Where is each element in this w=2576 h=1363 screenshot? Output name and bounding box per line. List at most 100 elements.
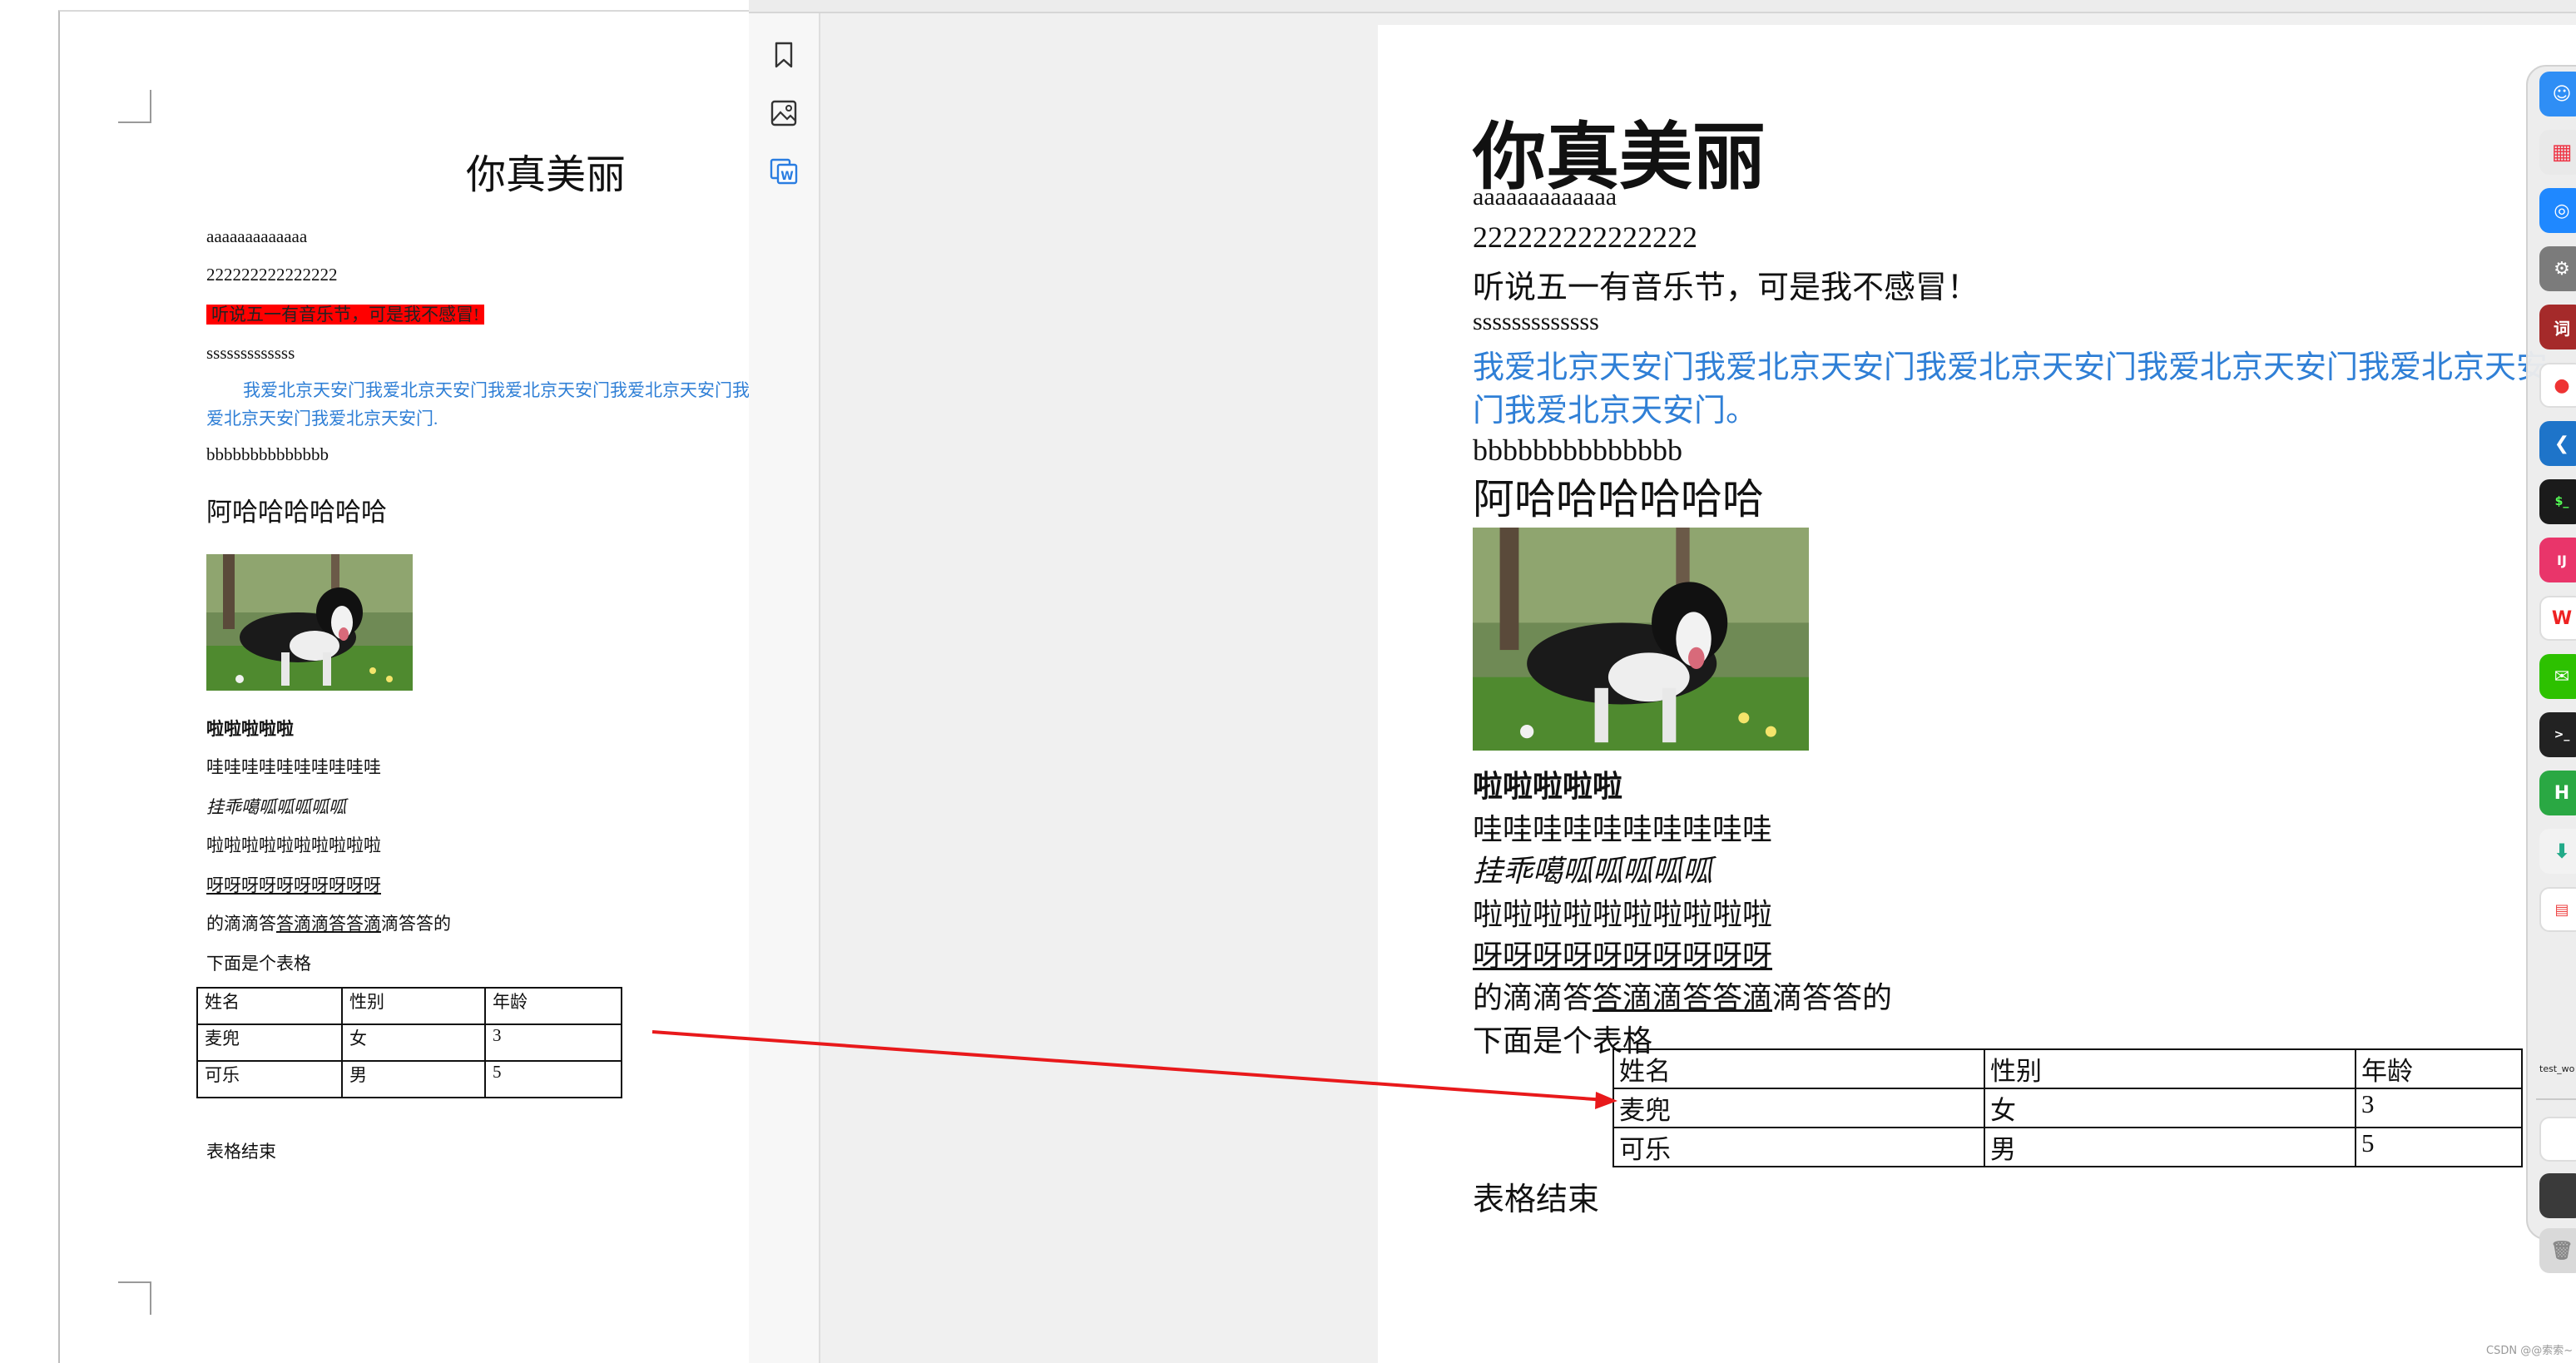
italic-line: 挂乖噶呱呱呱呱呱 xyxy=(206,797,346,817)
word-convert-icon: W xyxy=(770,158,798,185)
iterm-icon[interactable]: >_ xyxy=(2539,712,2576,757)
crop-mark-top-left xyxy=(118,90,151,123)
table-cell: 女 xyxy=(1984,1088,2356,1128)
table-intro: 下面是个表格 xyxy=(206,954,311,974)
terminal-icon[interactable]: $_ xyxy=(2539,479,2576,524)
viewer-bold-line: 啦啦啦啦啦 xyxy=(1473,770,1623,803)
table-cell: 3 xyxy=(2355,1088,2523,1128)
line-s: sssssssssssss xyxy=(206,343,295,363)
viewer-underline-ya: 呀呀呀呀呀呀呀呀呀呀 xyxy=(1473,939,1773,973)
launchpad-icon[interactable]: ▦ xyxy=(2539,130,2576,175)
table-row: 可乐 男 5 xyxy=(1612,1127,2523,1167)
viewer-line-wa: 哇哇哇哇哇哇哇哇哇哇 xyxy=(1473,813,1773,846)
viewer-line-drip: 的滴滴答答滴滴答答滴滴答答的 xyxy=(1473,974,1892,1017)
dog-photo xyxy=(206,554,413,691)
trash-icon[interactable]: 🗑 xyxy=(2539,1228,2576,1273)
viewer-side-toolbar: W xyxy=(749,13,820,1363)
table-header-cell: 年龄 xyxy=(484,987,622,1025)
red-highlight-text: 听说五一有音乐节，可是我不感冒! xyxy=(206,305,484,325)
drip-part-2: 答滴滴答答滴 xyxy=(276,914,381,934)
line-drip: 的滴滴答答滴滴答答滴滴答答的 xyxy=(206,910,451,935)
watermark: CSDN @@索索~ xyxy=(2486,1345,2574,1357)
viewer-drip-part-2: 答滴滴答答滴 xyxy=(1593,981,1773,1014)
finder-icon[interactable]: ☺ xyxy=(2539,72,2576,116)
table-cell: 男 xyxy=(1984,1127,2356,1167)
line-222: 222222222222222 xyxy=(206,265,338,285)
dock-label: test_wo xyxy=(2539,1063,2575,1074)
safari-icon[interactable]: ◎ xyxy=(2539,188,2576,233)
heading-aha: 阿哈哈哈哈哈哈 xyxy=(206,498,387,527)
table-cell: 5 xyxy=(484,1060,622,1098)
line-la: 啦啦啦啦啦啦啦啦啦啦 xyxy=(206,835,381,855)
table-row: 麦兜 女 3 xyxy=(1612,1088,2523,1128)
line-a: aaaaaaaaaaaaa xyxy=(206,226,308,246)
table-header-cell: 姓名 xyxy=(1612,1048,1985,1089)
viewer-blue-paragraph: 我爱北京天安门我爱北京天安门我爱北京天安门我爱北京天安门我爱北京天安门我爱北京天… xyxy=(1473,350,2549,429)
line-red-highlight: 听说五一有音乐节，可是我不感冒! xyxy=(206,301,484,326)
minimized-window-icon[interactable] xyxy=(2539,1117,2576,1162)
doc-title: 你真美丽 xyxy=(466,151,627,198)
viewer-dog-image xyxy=(1473,528,1809,751)
download-icon[interactable]: ⬇ xyxy=(2539,829,2576,874)
table-cell: 麦兜 xyxy=(196,1023,343,1062)
table-cell: 5 xyxy=(2355,1127,2523,1167)
viewer-drip-part-3: 滴答答的 xyxy=(1772,981,1893,1014)
drip-part-1: 的滴滴答 xyxy=(206,914,276,934)
drip-part-3: 滴答答的 xyxy=(381,914,451,934)
table-cell: 男 xyxy=(341,1060,486,1098)
intellij-icon[interactable]: IJ xyxy=(2539,538,2576,582)
word-document-pane: 你真美丽 aaaaaaaaaaaaa 222222222222222 听说五一有… xyxy=(0,0,749,1363)
dog-image xyxy=(206,554,413,691)
table-row: 麦兜 女 3 xyxy=(196,1023,622,1062)
viewer-line-s: sssssssssssss xyxy=(1473,308,1599,335)
blue-paragraph: 我爱北京天安门我爱北京天安门我爱北京天安门我爱北京天安门我爱北京天安门我爱北京天… xyxy=(206,380,749,429)
table-header-cell: 性别 xyxy=(1984,1048,2356,1089)
viewer-top-strip xyxy=(749,0,2576,13)
table-row: 姓名 性别 年龄 xyxy=(1612,1048,2523,1089)
bookmark-button[interactable] xyxy=(767,38,800,72)
vscode-icon[interactable]: ❮ xyxy=(2539,421,2576,466)
image-icon xyxy=(770,100,797,126)
viewer-table-end: 表格结束 xyxy=(1473,1182,1600,1217)
document-icon[interactable]: ▤ xyxy=(2539,887,2576,932)
table-cell: 麦兜 xyxy=(1612,1088,1985,1128)
viewer-line-222: 222222222222222 xyxy=(1473,221,1697,254)
line-wa: 哇哇哇哇哇哇哇哇哇哇 xyxy=(206,757,381,777)
viewer-line-red: 听说五一有音乐节，可是我不感冒！ xyxy=(1473,270,1979,305)
dictionary-icon[interactable]: 词 xyxy=(2539,305,2576,349)
hbuilder-icon[interactable]: H xyxy=(2539,771,2576,815)
table-cell: 女 xyxy=(341,1023,486,1062)
viewer-dog-photo xyxy=(1473,528,1809,751)
viewer-line-la: 啦啦啦啦啦啦啦啦啦啦 xyxy=(1473,898,1773,931)
table-row: 可乐 男 5 xyxy=(196,1060,622,1098)
underline-ya: 呀呀呀呀呀呀呀呀呀呀 xyxy=(206,875,381,895)
table-end: 表格结束 xyxy=(206,1142,276,1162)
viewer-italic-line: 挂乖噶呱呱呱呱呱 xyxy=(1473,855,1713,888)
svg-text:W: W xyxy=(780,170,793,183)
viewer-table: 姓名 性别 年龄 麦兜 女 3 可乐 男 5 xyxy=(1612,1048,2523,1167)
viewer-heading-aha: 阿哈哈哈哈哈哈 xyxy=(1473,476,1764,523)
table-header-cell: 年龄 xyxy=(2355,1048,2523,1089)
line-b: bbbbbbbbbbbbbb xyxy=(206,444,329,464)
settings-icon[interactable]: ⚙ xyxy=(2539,246,2576,291)
table-cell: 3 xyxy=(484,1023,622,1062)
viewer-line-b: bbbbbbbbbbbbbb xyxy=(1473,434,1682,467)
table-header-cell: 姓名 xyxy=(196,987,343,1025)
wps-icon[interactable]: W xyxy=(2539,596,2576,641)
bookmark-icon xyxy=(775,42,793,68)
bold-line: 啦啦啦啦啦 xyxy=(206,719,294,739)
table-cell: 可乐 xyxy=(1612,1127,1985,1167)
viewer-line-a: aaaaaaaaaaaaa xyxy=(1473,183,1617,211)
macos-dock: ☺ ▦ ◎ ⚙ 词 ● ❮ $_ IJ W ✉ >_ H ⬇ ▤ test_wo… xyxy=(2526,65,2576,1273)
dock-separator xyxy=(2536,1098,2576,1100)
wechat-icon[interactable]: ✉ xyxy=(2539,654,2576,699)
word-convert-button[interactable]: W xyxy=(767,155,800,188)
table-cell: 可乐 xyxy=(196,1060,343,1098)
table-header-cell: 性别 xyxy=(341,987,486,1025)
minimized-window-dark-icon[interactable] xyxy=(2539,1173,2576,1218)
image-button[interactable] xyxy=(767,97,800,130)
crop-mark-bottom-left xyxy=(118,1281,151,1315)
table-row: 姓名 性别 年龄 xyxy=(196,987,622,1025)
viewer-drip-part-1: 的滴滴答 xyxy=(1473,981,1593,1014)
chrome-icon[interactable]: ● xyxy=(2539,363,2576,408)
